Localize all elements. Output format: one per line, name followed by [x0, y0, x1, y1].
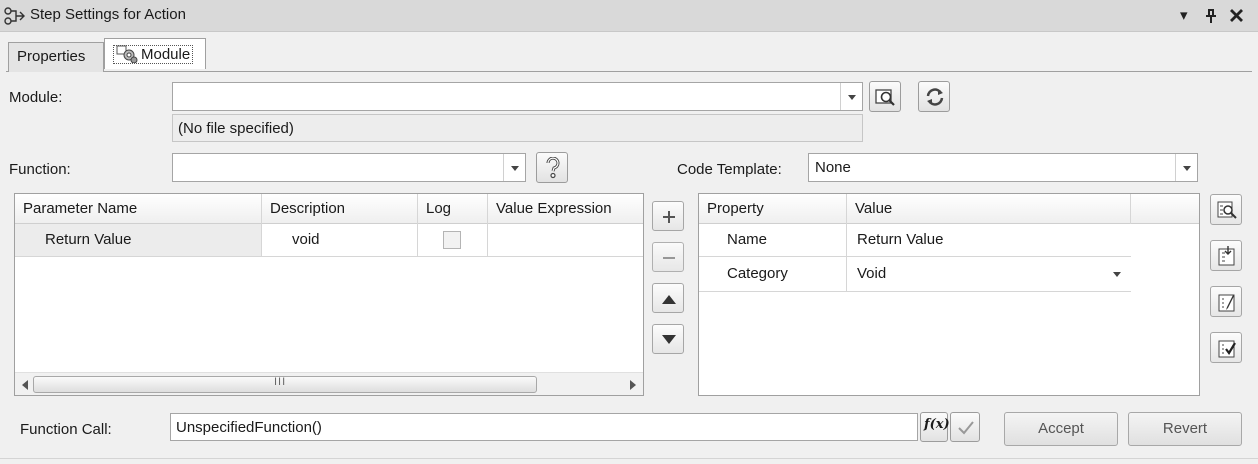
- validate-item-button[interactable]: [1210, 332, 1242, 363]
- minus-icon: [663, 257, 675, 259]
- param-description-cell[interactable]: void: [262, 224, 418, 256]
- scroll-left-icon[interactable]: [21, 380, 29, 390]
- browse-module-button[interactable]: [869, 81, 901, 112]
- module-gears-icon: [116, 45, 138, 63]
- property-name-cell: Name: [699, 224, 847, 256]
- tab-strip-border: [6, 71, 1252, 72]
- step-settings-icon: [4, 7, 25, 25]
- module-status-text: (No file specified): [178, 120, 294, 137]
- arrow-up-icon: [662, 295, 676, 304]
- function-dropdown-chevron-icon[interactable]: [503, 154, 525, 181]
- list-insert-icon: [1218, 246, 1235, 266]
- insert-item-button[interactable]: [1210, 240, 1242, 271]
- property-category-text: Category: [727, 265, 788, 282]
- list-edit-icon: [1218, 294, 1235, 312]
- pin-icon[interactable]: [1204, 8, 1218, 24]
- list-magnifier-icon: [1217, 201, 1237, 219]
- function-fx-icon: f(x): [924, 417, 950, 432]
- category-dropdown-chevron-icon[interactable]: [1106, 260, 1128, 288]
- tab-focus-outline: Module: [113, 45, 194, 64]
- col-value-expression[interactable]: Value Expression: [488, 194, 643, 224]
- scroll-grip: III: [274, 376, 287, 388]
- tab-properties-label: Properties: [17, 48, 86, 65]
- col-property[interactable]: Property: [699, 194, 847, 224]
- bottom-divider: [0, 458, 1258, 459]
- window-menu-chevron-icon[interactable]: ▾: [1180, 6, 1188, 26]
- col-parameter-name[interactable]: Parameter Name: [15, 194, 262, 224]
- code-template-dropdown-chevron-icon[interactable]: [1175, 154, 1197, 181]
- refresh-icon: [926, 88, 944, 106]
- add-parameter-button[interactable]: [652, 201, 684, 231]
- module-status-box: (No file specified): [172, 114, 863, 142]
- expression-builder-button[interactable]: f(x): [920, 412, 950, 442]
- category-combo[interactable]: Void: [848, 258, 1130, 290]
- help-question-icon: [546, 157, 560, 179]
- remove-parameter-button[interactable]: [652, 242, 684, 272]
- list-check-icon: [1218, 340, 1236, 358]
- module-combo[interactable]: [172, 82, 863, 111]
- arrow-down-icon: [662, 335, 676, 344]
- col-description[interactable]: Description: [262, 194, 418, 224]
- move-down-button[interactable]: [652, 324, 684, 354]
- reload-module-button[interactable]: [918, 81, 950, 112]
- param-name-text: Return Value: [45, 231, 132, 248]
- scrollbar-thumb[interactable]: III: [33, 376, 537, 393]
- param-value-expression-cell[interactable]: [488, 224, 643, 256]
- title-bar: Step Settings for Action ▾: [0, 0, 1258, 32]
- parameters-grid-header: Parameter Name Description Log Value Exp…: [15, 194, 643, 224]
- move-up-button[interactable]: [652, 283, 684, 313]
- plus-icon: [663, 211, 675, 223]
- table-row[interactable]: Name Return Value: [699, 224, 1131, 257]
- code-template-label: Code Template:: [677, 161, 782, 178]
- category-value: Void: [857, 265, 887, 282]
- browse-magnifier-icon: [875, 89, 895, 106]
- close-icon[interactable]: [1229, 8, 1244, 23]
- table-row[interactable]: Return Value void: [15, 224, 643, 257]
- code-template-value: None: [815, 159, 851, 176]
- code-template-combo[interactable]: None: [808, 153, 1198, 182]
- param-name-cell[interactable]: Return Value: [15, 224, 262, 256]
- parameters-horizontal-scrollbar[interactable]: III: [15, 372, 643, 395]
- check-expression-button[interactable]: [950, 412, 980, 442]
- table-row[interactable]: Category Void: [699, 257, 1131, 292]
- property-name-value[interactable]: Return Value: [857, 231, 943, 248]
- edit-item-button[interactable]: [1210, 286, 1242, 317]
- tab-module-label: Module: [141, 46, 191, 63]
- col-log[interactable]: Log: [418, 194, 488, 224]
- view-details-button[interactable]: [1210, 194, 1242, 225]
- accept-button[interactable]: Accept: [1004, 412, 1118, 446]
- module-dropdown-chevron-icon[interactable]: [840, 83, 862, 110]
- property-grid-header: Property Value: [699, 194, 1199, 224]
- checkmark-icon: [958, 421, 974, 435]
- tab-module[interactable]: Module: [104, 38, 206, 69]
- parameters-grid[interactable]: Parameter Name Description Log Value Exp…: [14, 193, 644, 396]
- function-call-value: UnspecifiedFunction(): [176, 419, 322, 436]
- function-call-label: Function Call:: [20, 421, 112, 438]
- property-grid[interactable]: Property Value Name Return Value Categor…: [698, 193, 1200, 396]
- log-checkbox[interactable]: [443, 231, 461, 249]
- scroll-right-icon[interactable]: [629, 380, 637, 390]
- window-title: Step Settings for Action: [30, 6, 186, 23]
- module-label: Module:: [9, 89, 63, 106]
- param-description-text: void: [292, 231, 320, 248]
- property-name-text: Name: [727, 231, 768, 248]
- revert-button[interactable]: Revert: [1128, 412, 1242, 446]
- col-value[interactable]: Value: [847, 194, 1131, 224]
- tab-properties[interactable]: Properties: [8, 42, 104, 72]
- function-label: Function:: [9, 161, 71, 178]
- param-log-cell: [418, 224, 488, 256]
- function-combo[interactable]: [172, 153, 526, 182]
- function-call-input[interactable]: UnspecifiedFunction(): [170, 413, 918, 441]
- function-help-button[interactable]: [536, 152, 568, 183]
- property-category-cell: Category: [699, 257, 847, 291]
